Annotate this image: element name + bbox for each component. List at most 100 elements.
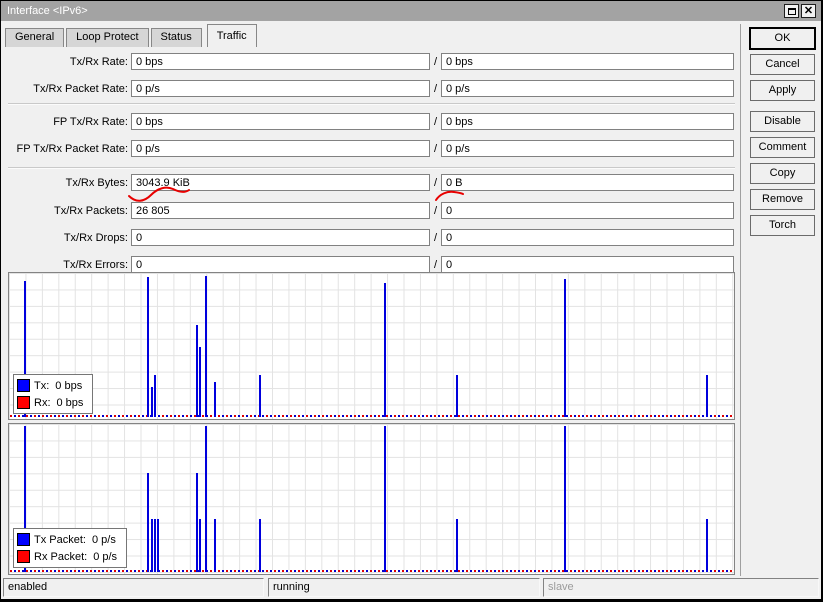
txrx-errors-label: Tx/Rx Errors: <box>63 259 128 271</box>
txrx-packets-label: Tx/Rx Packets: <box>54 205 128 217</box>
cancel-button[interactable]: Cancel <box>750 54 815 75</box>
ok-button[interactable]: OK <box>750 28 815 49</box>
traffic-spike <box>151 387 153 417</box>
slash-separator: / <box>433 143 438 155</box>
slash-separator: / <box>433 116 438 128</box>
txrx-packet-rate-tx-field[interactable]: 0 p/s <box>131 80 430 97</box>
window-controls: ✕ <box>784 4 816 18</box>
section-separator <box>8 167 735 169</box>
legend-row-rx-packet: Rx Packet: 0 p/s <box>17 548 117 565</box>
traffic-spike <box>199 519 201 572</box>
txrx-rate-label: Tx/Rx Rate: <box>69 56 128 68</box>
interface-dialog: Interface <IPv6> ✕ General Loop Protect … <box>0 0 823 602</box>
traffic-spike <box>154 519 156 572</box>
legend-value: 0 p/s <box>91 533 116 546</box>
slash-separator: / <box>433 177 438 189</box>
panel-divider <box>740 24 741 576</box>
slash-separator: / <box>433 56 438 68</box>
txrx-drops-rx-field[interactable]: 0 <box>441 229 734 246</box>
slash-separator: / <box>433 205 438 217</box>
fp-txrx-packet-rate-label: FP Tx/Rx Packet Rate: <box>16 143 128 155</box>
traffic-spike <box>157 519 159 572</box>
traffic-spike <box>384 426 386 572</box>
legend-row-tx-packet: Tx Packet: 0 p/s <box>17 531 117 548</box>
titlebar: Interface <IPv6> ✕ <box>1 1 821 21</box>
tab-status[interactable]: Status <box>150 28 202 47</box>
traffic-spike <box>205 426 207 572</box>
traffic-spike <box>214 382 216 417</box>
tab-loop-protect[interactable]: Loop Protect <box>66 28 149 47</box>
tab-traffic[interactable]: Traffic <box>206 24 257 47</box>
txrx-packet-rate-label: Tx/Rx Packet Rate: <box>33 83 128 95</box>
traffic-rate-chart: Tx: 0 bps Rx: 0 bps <box>8 272 735 420</box>
close-icon: ✕ <box>803 5 814 17</box>
fp-txrx-rate-tx-field[interactable]: 0 bps <box>131 113 430 130</box>
txrx-bytes-tx-field[interactable]: 3043.9 KiB <box>131 174 430 191</box>
traffic-spike <box>259 375 261 417</box>
traffic-spike <box>706 519 708 572</box>
comment-button[interactable]: Comment <box>750 137 815 158</box>
tx-color-swatch <box>17 379 30 392</box>
fp-txrx-packet-rate-rx-field[interactable]: 0 p/s <box>441 140 734 157</box>
txrx-rate-tx-field[interactable]: 0 bps <box>131 53 430 70</box>
torch-button[interactable]: Torch <box>750 215 815 236</box>
tab-bar: General Loop Protect Status Traffic <box>5 24 259 47</box>
maximize-button[interactable] <box>784 4 799 18</box>
tx-packet-color-swatch <box>17 533 30 546</box>
status-running: running <box>268 578 540 597</box>
txrx-bytes-rx-field[interactable]: 0 B <box>441 174 734 191</box>
legend-value: 0 bps <box>56 396 84 409</box>
legend-row-tx: Tx: 0 bps <box>17 377 83 394</box>
traffic-spike <box>154 375 156 417</box>
txrx-errors-rx-field[interactable]: 0 <box>441 256 734 273</box>
txrx-packet-rate-rx-field[interactable]: 0 p/s <box>441 80 734 97</box>
traffic-spike <box>147 277 149 417</box>
rx-packet-color-swatch <box>17 550 30 563</box>
traffic-rate-legend: Tx: 0 bps Rx: 0 bps <box>13 374 94 414</box>
traffic-spike <box>384 283 386 417</box>
red-underline-0b <box>435 190 464 201</box>
legend-label: Tx: <box>34 379 50 392</box>
legend-label: Tx Packet: <box>34 533 86 546</box>
traffic-spike <box>564 279 566 417</box>
txrx-bytes-label: Tx/Rx Bytes: <box>65 177 128 189</box>
fp-txrx-packet-rate-tx-field[interactable]: 0 p/s <box>131 140 430 157</box>
slash-separator: / <box>433 259 438 271</box>
tab-general[interactable]: General <box>5 28 65 47</box>
traffic-spike <box>196 473 198 572</box>
window-title: Interface <IPv6> <box>7 5 88 17</box>
legend-value: 0 p/s <box>93 550 118 563</box>
apply-button[interactable]: Apply <box>750 80 815 101</box>
remove-button[interactable]: Remove <box>750 189 815 210</box>
rx-color-swatch <box>17 396 30 409</box>
legend-label: Rx Packet: <box>34 550 88 563</box>
dialog-client-area: Interface <IPv6> ✕ General Loop Protect … <box>1 1 821 599</box>
slash-separator: / <box>433 232 438 244</box>
traffic-spike <box>147 473 149 572</box>
copy-button[interactable]: Copy <box>750 163 815 184</box>
txrx-packets-rx-field[interactable]: 0 <box>441 202 734 219</box>
maximize-icon <box>787 7 796 15</box>
legend-value: 0 bps <box>55 379 83 392</box>
packet-rate-legend: Tx Packet: 0 p/s Rx Packet: 0 p/s <box>13 528 128 568</box>
txrx-errors-tx-field[interactable]: 0 <box>131 256 430 273</box>
fp-txrx-rate-label: FP Tx/Rx Rate: <box>53 116 128 128</box>
traffic-spike <box>214 519 216 572</box>
txrx-drops-label: Tx/Rx Drops: <box>63 232 128 244</box>
fp-txrx-rate-rx-field[interactable]: 0 bps <box>441 113 734 130</box>
traffic-spike <box>456 519 458 572</box>
legend-row-rx: Rx: 0 bps <box>17 394 83 411</box>
traffic-spike <box>151 519 153 572</box>
txrx-drops-tx-field[interactable]: 0 <box>131 229 430 246</box>
status-enabled: enabled <box>3 578 264 597</box>
close-button[interactable]: ✕ <box>801 4 816 18</box>
packet-rate-chart: Tx Packet: 0 p/s Rx Packet: 0 p/s <box>8 423 735 575</box>
chart-baseline <box>10 415 733 417</box>
txrx-packets-tx-field[interactable]: 26 805 <box>131 202 430 219</box>
traffic-spike <box>199 347 201 417</box>
slash-separator: / <box>433 83 438 95</box>
txrx-rate-rx-field[interactable]: 0 bps <box>441 53 734 70</box>
disable-button[interactable]: Disable <box>750 111 815 132</box>
traffic-spike <box>205 276 207 417</box>
section-separator <box>8 103 735 105</box>
